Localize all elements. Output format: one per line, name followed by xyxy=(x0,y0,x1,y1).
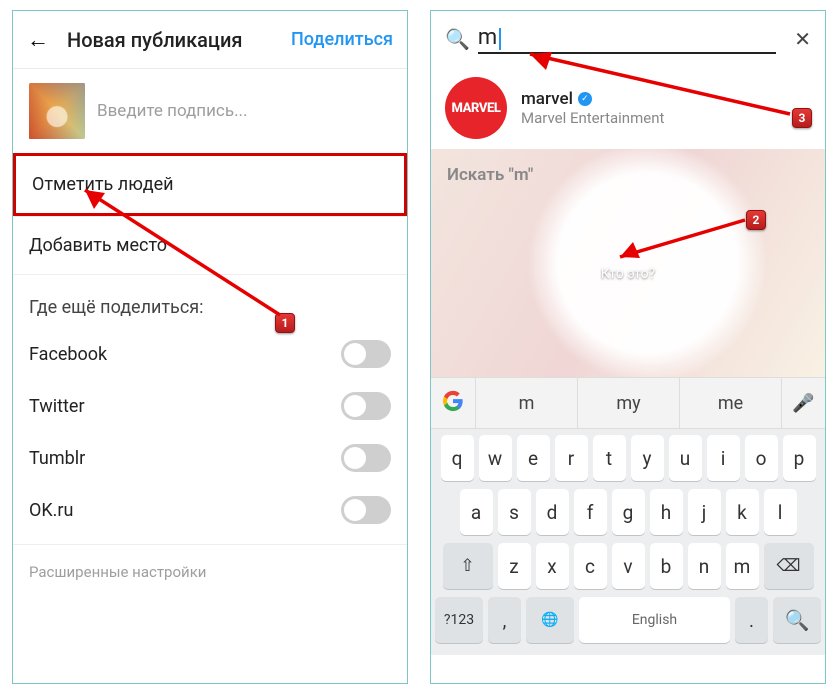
caption-row: Введите подпись... xyxy=(13,69,407,153)
key-v[interactable]: v xyxy=(612,543,645,589)
suggestion-1[interactable]: m xyxy=(475,378,577,428)
toggle-twitter[interactable] xyxy=(341,392,391,420)
suggestion-row: m my me 🎤 xyxy=(431,377,825,429)
verified-badge-icon: ✓ xyxy=(578,92,592,106)
share-label: Facebook xyxy=(29,344,107,365)
key-j[interactable]: j xyxy=(688,489,721,535)
key-x[interactable]: x xyxy=(536,543,569,589)
search-result-row[interactable]: MARVEL marvel ✓ Marvel Entertainment xyxy=(431,67,825,149)
tag-people-row[interactable]: Отметить людей xyxy=(13,153,407,216)
post-thumbnail[interactable] xyxy=(29,83,85,139)
key-backspace[interactable]: ⌫ xyxy=(764,543,814,589)
result-avatar: MARVEL xyxy=(445,77,507,139)
keyboard: qwertyuiop asdfghjkl ⇧zxcvbnm⌫ ?123 , 🌐 … xyxy=(431,429,825,655)
share-section-label: Где ещё поделиться: xyxy=(13,274,407,328)
search-query: m xyxy=(478,25,497,50)
tag-image-area[interactable]: Искать "m" Кто это? xyxy=(431,149,825,377)
callout-3: 3 xyxy=(792,108,812,128)
key-space[interactable]: English xyxy=(579,597,730,643)
key-y[interactable]: y xyxy=(631,435,664,481)
share-button[interactable]: Поделиться xyxy=(291,29,393,50)
key-p[interactable]: p xyxy=(783,435,816,481)
key-e[interactable]: e xyxy=(517,435,550,481)
advanced-settings[interactable]: Расширенные настройки xyxy=(13,544,407,599)
key-f[interactable]: f xyxy=(574,489,607,535)
share-label: OK.ru xyxy=(29,500,73,521)
share-okru: OK.ru xyxy=(13,484,407,536)
key-k[interactable]: k xyxy=(726,489,759,535)
clear-search-icon[interactable]: ✕ xyxy=(794,27,811,51)
key-globe[interactable]: 🌐 xyxy=(526,597,574,643)
key-q[interactable]: q xyxy=(441,435,474,481)
left-header: ← Новая публикация Поделиться xyxy=(13,11,407,69)
key-symbols[interactable]: ?123 xyxy=(435,597,483,643)
left-phone: ← Новая публикация Поделиться Введите по… xyxy=(12,10,408,684)
caption-input[interactable]: Введите подпись... xyxy=(97,101,248,121)
share-label: Twitter xyxy=(29,396,85,417)
key-s[interactable]: s xyxy=(498,489,531,535)
key-search[interactable]: 🔍 xyxy=(773,597,821,643)
share-twitter: Twitter xyxy=(13,380,407,432)
back-arrow-icon[interactable]: ← xyxy=(27,27,49,53)
key-h[interactable]: h xyxy=(650,489,683,535)
result-username: marvel xyxy=(521,89,573,109)
toggle-tumblr[interactable] xyxy=(341,444,391,472)
key-c[interactable]: c xyxy=(574,543,607,589)
key-m[interactable]: m xyxy=(726,543,759,589)
key-i[interactable]: i xyxy=(707,435,740,481)
right-phone: 🔍 m ✕ MARVEL marvel ✓ Marvel Entertainme… xyxy=(430,10,826,684)
key-comma[interactable]: , xyxy=(488,597,521,643)
search-input[interactable]: m xyxy=(478,24,776,54)
suggestion-3[interactable]: me xyxy=(679,378,781,428)
key-shift[interactable]: ⇧ xyxy=(443,543,493,589)
key-w[interactable]: w xyxy=(479,435,512,481)
toggle-okru[interactable] xyxy=(341,496,391,524)
header-title: Новая публикация xyxy=(67,28,291,52)
key-z[interactable]: z xyxy=(498,543,531,589)
key-l[interactable]: l xyxy=(764,489,797,535)
result-fullname: Marvel Entertainment xyxy=(521,109,664,127)
key-r[interactable]: r xyxy=(555,435,588,481)
google-icon[interactable] xyxy=(431,390,475,416)
key-n[interactable]: n xyxy=(688,543,721,589)
search-icon: 🔍 xyxy=(445,27,470,51)
share-label: Tumblr xyxy=(29,448,85,469)
suggestion-2[interactable]: my xyxy=(577,378,679,428)
result-info: marvel ✓ Marvel Entertainment xyxy=(521,89,664,127)
key-b[interactable]: b xyxy=(650,543,683,589)
share-tumblr: Tumblr xyxy=(13,432,407,484)
key-t[interactable]: t xyxy=(593,435,626,481)
search-hint: Искать "m" xyxy=(447,165,533,185)
key-a[interactable]: a xyxy=(460,489,493,535)
key-u[interactable]: u xyxy=(669,435,702,481)
key-dot[interactable]: . xyxy=(735,597,768,643)
callout-1: 1 xyxy=(275,313,295,333)
mic-icon[interactable]: 🎤 xyxy=(781,378,825,428)
text-cursor xyxy=(499,28,501,50)
toggle-facebook[interactable] xyxy=(341,340,391,368)
share-facebook: Facebook xyxy=(13,328,407,380)
key-g[interactable]: g xyxy=(612,489,645,535)
who-is-this-label: Кто это? xyxy=(601,266,655,282)
key-d[interactable]: d xyxy=(536,489,569,535)
key-o[interactable]: o xyxy=(745,435,778,481)
callout-2: 2 xyxy=(746,210,766,230)
search-bar: 🔍 m ✕ xyxy=(431,11,825,67)
add-location-row[interactable]: Добавить место xyxy=(13,216,407,274)
